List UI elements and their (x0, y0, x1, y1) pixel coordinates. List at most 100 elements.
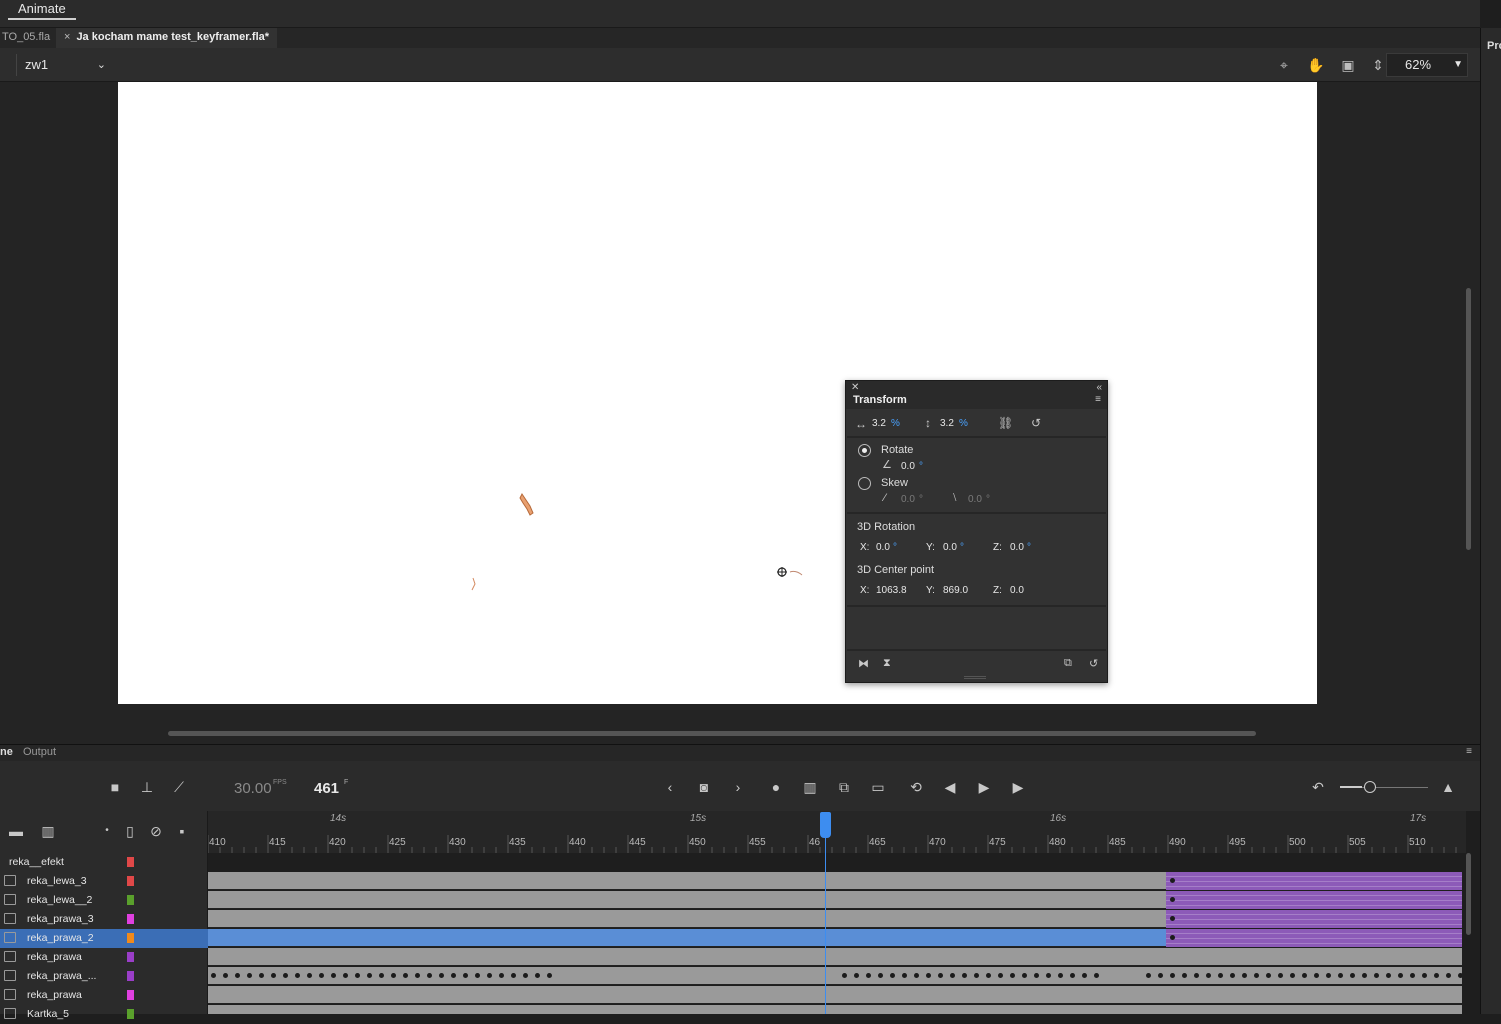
keyframe-marker[interactable] (331, 973, 336, 978)
camera-icon[interactable]: ■ (105, 777, 125, 797)
keyframe-marker[interactable] (1046, 973, 1051, 978)
keyframe-marker[interactable] (1082, 973, 1087, 978)
layer-parenting-icon[interactable]: ⊥ (137, 777, 157, 797)
playhead[interactable] (820, 812, 831, 838)
keyframe-marker[interactable] (1290, 973, 1295, 978)
fps-value[interactable]: 30.00 (234, 780, 272, 797)
timeline-zoom-knob[interactable] (1364, 781, 1376, 793)
keyframe-marker[interactable] (547, 973, 552, 978)
horizontal-scrollbar[interactable] (168, 731, 1256, 736)
keyframe-marker[interactable] (938, 973, 943, 978)
keyframe-marker[interactable] (535, 973, 540, 978)
duplicate-transform-icon[interactable]: ⧉ (1064, 657, 1072, 670)
keyframe-marker[interactable] (1230, 973, 1235, 978)
panel-menu-icon[interactable]: ≡ (1095, 394, 1101, 405)
keyframe-marker[interactable] (890, 973, 895, 978)
keyframe-marker[interactable] (926, 973, 931, 978)
panel-menu-icon[interactable]: ≡ (1466, 746, 1472, 757)
show-hide-icon[interactable]: ⊘ (146, 821, 166, 841)
keyframe-marker[interactable] (854, 973, 859, 978)
frame-row[interactable] (208, 948, 1462, 966)
reset-scale-icon[interactable]: ↺ (1031, 416, 1041, 430)
step-back-icon[interactable]: ◀ (940, 777, 960, 797)
rot-y-value[interactable]: 0.0 (943, 542, 957, 553)
keyframe-marker[interactable] (1170, 916, 1175, 921)
keyframe-marker[interactable] (1194, 973, 1199, 978)
keyframe-marker[interactable] (1158, 973, 1163, 978)
insert-blank-icon[interactable]: ▭ (868, 777, 888, 797)
layer-row[interactable]: reka_prawa_2 (0, 929, 208, 948)
layer-color-swatch[interactable] (127, 857, 134, 867)
zoom-select[interactable]: 62% ▼ (1386, 53, 1468, 77)
keyframe-marker[interactable] (367, 973, 372, 978)
keyframe-marker[interactable] (1170, 973, 1175, 978)
rotate-value[interactable]: 0.0 (901, 461, 915, 472)
keyframe-marker[interactable] (1446, 973, 1451, 978)
frame-ruler[interactable]: 14s 15s 16s 17s 410 415 420 425 430 435 440 445 450 4… (208, 811, 1466, 853)
keyframe-marker[interactable] (902, 973, 907, 978)
keyframe-marker[interactable] (439, 973, 444, 978)
layer-row[interactable]: reka_prawa_3 (0, 910, 208, 929)
keyframe-marker[interactable] (295, 973, 300, 978)
keyframe-marker[interactable] (1146, 973, 1151, 978)
edit-multiple-frames-icon[interactable]: ▥ (800, 777, 820, 797)
prev-keyframe-icon[interactable]: ‹ (660, 777, 680, 797)
keyframe-marker[interactable] (998, 973, 1003, 978)
keyframe-marker[interactable] (403, 973, 408, 978)
vertical-scrollbar[interactable] (1466, 288, 1471, 550)
keyframe-marker[interactable] (319, 973, 324, 978)
layer-color-swatch[interactable] (127, 933, 134, 943)
doc-tab-1[interactable]: TO_05.fla (0, 28, 58, 48)
keyframe-marker[interactable] (1434, 973, 1439, 978)
frame-row[interactable] (208, 967, 1462, 985)
snap-icon[interactable]: ⌖ (1275, 56, 1293, 74)
keyframe-marker[interactable] (211, 973, 216, 978)
remove-transform-icon[interactable]: ↺ (1089, 657, 1098, 670)
keyframe-marker[interactable] (1314, 973, 1319, 978)
clip-stage-icon[interactable]: ▣ (1339, 56, 1357, 74)
cp-y-value[interactable]: 869.0 (943, 585, 968, 596)
keyframe-marker[interactable] (1010, 973, 1015, 978)
height-scale-value[interactable]: 3.2 (940, 418, 954, 429)
skew-radio[interactable] (858, 477, 871, 490)
keyframe-marker[interactable] (1094, 973, 1099, 978)
flip-horizontal-icon[interactable]: ⧓ (858, 657, 869, 670)
current-frame[interactable]: 461 (314, 780, 339, 797)
hand-drawing-small[interactable] (471, 577, 476, 591)
keyframe-marker[interactable] (1326, 973, 1331, 978)
keyframe-marker[interactable] (1170, 935, 1175, 940)
frame-row[interactable] (208, 910, 1462, 928)
constrain-icon[interactable]: ⛓ (998, 416, 1013, 430)
step-forward-icon[interactable]: ▶ (1008, 777, 1028, 797)
layer-row[interactable]: reka_lewa__2 (0, 891, 208, 910)
layer-color-swatch[interactable] (127, 990, 134, 1000)
keyframe-marker[interactable] (259, 973, 264, 978)
menu-animate[interactable]: Animate (8, 0, 76, 20)
keyframe-marker[interactable] (1302, 973, 1307, 978)
graph-icon[interactable]: ⟋ (169, 777, 189, 797)
stage[interactable] (118, 82, 1317, 704)
layer-row[interactable]: Kartka_5 (0, 1005, 208, 1024)
keyframe-marker[interactable] (842, 973, 847, 978)
zoom-stepper-icon[interactable]: ⇕ (1369, 56, 1387, 74)
scene-selector[interactable]: zw1 ⌄ (16, 54, 110, 76)
keyframe-marker[interactable] (1254, 973, 1259, 978)
outline-icon[interactable]: ▯ (120, 821, 140, 841)
onion-skin-icon[interactable]: ● (766, 777, 786, 797)
undo-icon[interactable]: ↶ (1308, 777, 1328, 797)
transform-panel-header[interactable]: ✕ « Transform ≡ (846, 381, 1107, 409)
keyframe-marker[interactable] (1266, 973, 1271, 978)
rotate-radio[interactable] (858, 444, 871, 457)
keyframe-marker[interactable] (343, 973, 348, 978)
skew-vertical-value[interactable]: 0.0 (968, 494, 982, 505)
frame-row[interactable] (208, 1005, 1462, 1014)
motion-tween-span[interactable] (1166, 872, 1462, 890)
cp-z-value[interactable]: 0.0 (1010, 585, 1024, 596)
loop-icon[interactable]: ⟲ (906, 777, 926, 797)
keyframe-marker[interactable] (1338, 973, 1343, 978)
motion-tween-span[interactable] (1166, 910, 1462, 928)
layer-row[interactable]: reka__efekt (0, 853, 208, 872)
keyframe-marker[interactable] (271, 973, 276, 978)
keyframe-marker[interactable] (1410, 973, 1415, 978)
tab-timeline[interactable]: ne (0, 746, 13, 758)
